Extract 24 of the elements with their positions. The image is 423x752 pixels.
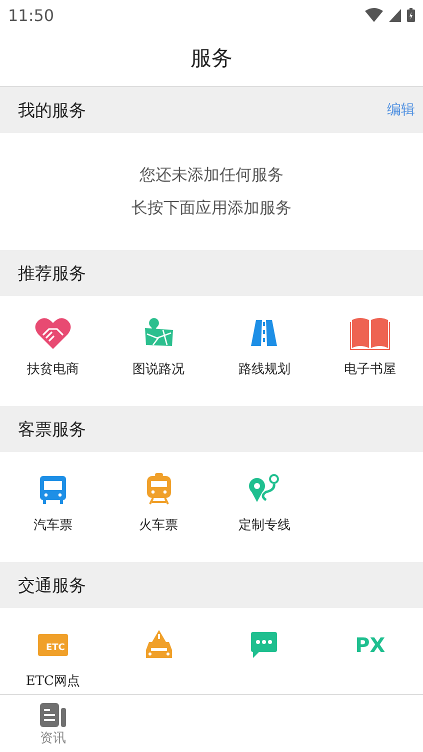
document-icon [40, 703, 66, 727]
service-label[interactable]: 火车票 [139, 516, 178, 534]
signal-icon [389, 8, 401, 22]
status-time: 11:50 [8, 6, 54, 24]
page-title: 服务 [190, 45, 232, 72]
service-label[interactable]: 扶贫电商 [26, 360, 79, 378]
section-title: 客票服务 [18, 418, 86, 440]
open-book-icon[interactable] [350, 316, 390, 350]
train-icon[interactable] [144, 472, 173, 506]
service-label[interactable]: 电子书屋 [344, 360, 396, 378]
handshake-heart-icon[interactable] [34, 316, 71, 350]
service-label[interactable]: 汽车票 [33, 516, 72, 534]
section-title: 交通服务 [18, 574, 86, 596]
empty-message: 长按下面应用添加服务 [132, 198, 292, 218]
service-label[interactable]: ETC网点 [26, 672, 80, 690]
wifi-icon [365, 8, 383, 22]
empty-message: 您还未添加任何服务 [140, 164, 284, 186]
service-label[interactable]: 定制专线 [238, 516, 290, 534]
service-label[interactable]: 路线规划 [238, 360, 290, 378]
service-label[interactable]: 图说路况 [132, 360, 185, 378]
section-title: 我的服务 [18, 100, 86, 122]
section-title: 推荐服务 [18, 262, 86, 284]
tab[interactable]: 资讯 [0, 695, 106, 750]
battery-icon [407, 8, 415, 22]
